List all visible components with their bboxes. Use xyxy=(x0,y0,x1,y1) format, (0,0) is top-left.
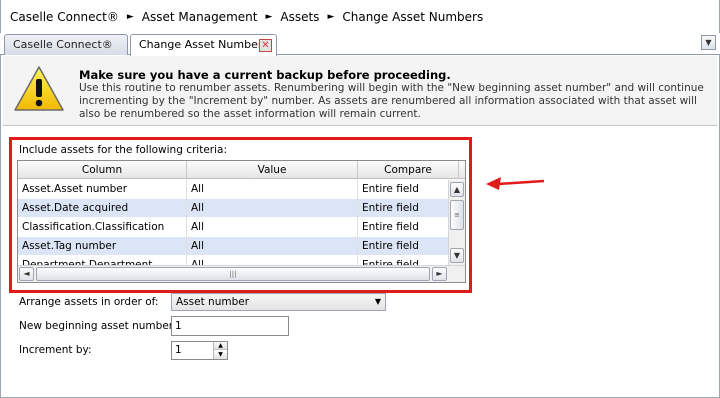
tab-label: Caselle Connect® xyxy=(13,38,113,51)
cell-compare[interactable]: Entire field xyxy=(358,199,450,218)
close-icon[interactable]: ✕ xyxy=(259,39,272,52)
grid-header: Column Value Compare xyxy=(18,161,465,179)
warning-body: Use this routine to renumber assets. Ren… xyxy=(79,82,704,120)
arrange-order-select[interactable]: Asset number ▼ xyxy=(171,293,386,311)
cell-column[interactable]: Asset.Asset number xyxy=(18,180,187,199)
breadcrumb: Caselle Connect® ► Asset Management ► As… xyxy=(0,0,720,33)
column-header-compare[interactable]: Compare xyxy=(358,161,459,179)
breadcrumb-separator-icon: ► xyxy=(327,11,335,22)
tab-list-dropdown-button[interactable]: ▼ xyxy=(701,35,716,50)
tab-change-asset-numbers[interactable]: Change Asset Numbers ✕ xyxy=(130,34,277,56)
column-header-value[interactable]: Value xyxy=(187,161,358,179)
arrange-order-value: Asset number xyxy=(176,296,250,308)
scroll-left-icon[interactable]: ◄ xyxy=(19,267,34,281)
cell-value[interactable]: All xyxy=(187,199,358,218)
criteria-grid[interactable]: Column Value Compare Asset.Asset number … xyxy=(17,160,466,283)
cell-value[interactable]: All xyxy=(187,218,358,237)
scroll-right-icon[interactable]: ► xyxy=(432,267,447,281)
vertical-scroll-thumb[interactable]: ≡ xyxy=(450,200,464,230)
scroll-up-icon[interactable]: ▲ xyxy=(450,182,464,197)
horizontal-scrollbar[interactable]: ◄ ||| ► xyxy=(18,265,465,282)
table-row[interactable]: Classification.Classification All Entire… xyxy=(18,218,450,237)
cell-column[interactable]: Classification.Classification xyxy=(18,218,187,237)
criteria-label: Include assets for the following criteri… xyxy=(19,144,227,156)
cell-value[interactable]: All xyxy=(187,180,358,199)
red-arrow-icon xyxy=(486,177,545,190)
increment-down-icon[interactable]: ▼ xyxy=(214,351,227,359)
cell-value[interactable]: All xyxy=(187,237,358,256)
tab-label: Change Asset Numbers xyxy=(139,38,269,51)
cell-column[interactable]: Asset.Date acquired xyxy=(18,199,187,218)
breadcrumb-separator-icon: ► xyxy=(126,11,134,22)
increment-up-icon[interactable]: ▲ xyxy=(214,342,227,350)
breadcrumb-assets[interactable]: Assets xyxy=(280,10,319,24)
column-header-column[interactable]: Column xyxy=(18,161,187,179)
breadcrumb-asset-management[interactable]: Asset Management xyxy=(142,10,258,24)
grid-body: Asset.Asset number All Entire field Asse… xyxy=(18,180,450,266)
chevron-down-icon: ▼ xyxy=(374,297,381,306)
breadcrumb-change-asset-numbers: Change Asset Numbers xyxy=(342,9,484,24)
new-beginning-asset-number-field[interactable]: 1 xyxy=(171,316,289,336)
horizontal-scroll-thumb[interactable]: ||| xyxy=(36,267,430,281)
table-row[interactable]: Asset.Date acquired All Entire field xyxy=(18,199,450,218)
cell-compare[interactable]: Entire field xyxy=(358,180,450,199)
tab-bar: Caselle Connect® Change Asset Numbers ✕ xyxy=(0,33,720,56)
stepper-buttons: ▲ ▼ xyxy=(213,342,227,359)
cell-compare[interactable]: Entire field xyxy=(358,237,450,256)
table-row[interactable]: Asset.Tag number All Entire field xyxy=(18,237,450,256)
tab-caselle-connect[interactable]: Caselle Connect® xyxy=(4,34,128,55)
warning-title: Make sure you have a current backup befo… xyxy=(79,68,451,82)
cell-compare[interactable]: Entire field xyxy=(358,218,450,237)
scroll-down-icon[interactable]: ▼ xyxy=(450,248,464,263)
warning-triangle-icon xyxy=(14,66,64,111)
arrange-label: Arrange assets in order of: xyxy=(19,296,159,308)
breadcrumb-separator-icon: ► xyxy=(265,11,273,22)
breadcrumb-caselle-connect[interactable]: Caselle Connect® xyxy=(10,10,119,24)
table-row[interactable]: Asset.Asset number All Entire field xyxy=(18,180,450,199)
increment-label: Increment by: xyxy=(19,344,92,356)
new-beginning-label: New beginning asset number: xyxy=(19,320,177,332)
vertical-scrollbar[interactable]: ▲ ≡ ▼ xyxy=(448,180,465,266)
warning-panel: Make sure you have a current backup befo… xyxy=(3,56,717,126)
increment-stepper[interactable]: 1 ▲ ▼ xyxy=(171,341,228,360)
cell-column[interactable]: Asset.Tag number xyxy=(18,237,187,256)
increment-value: 1 xyxy=(175,344,182,356)
